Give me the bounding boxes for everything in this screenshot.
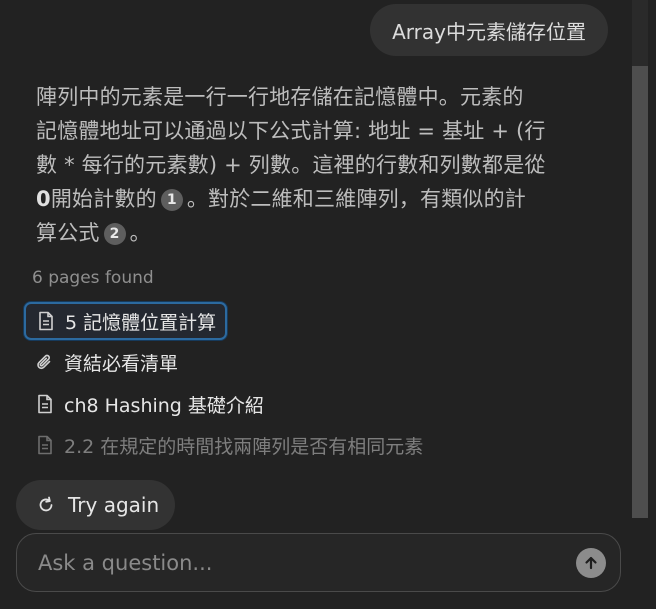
send-button[interactable]	[576, 547, 606, 578]
answer-line-3: 數 * 每行的元素數) + 列數。這裡的行數和列數都是從	[36, 153, 546, 177]
answer-line-5-after: 。	[129, 221, 151, 245]
source-item-array-compare[interactable]: 2.2 在規定的時間找兩陣列是否有相同元素	[24, 428, 433, 462]
try-again-button[interactable]: Try again	[16, 480, 175, 530]
source-item-hashing[interactable]: ch8 Hashing 基礎介紹	[24, 387, 274, 421]
scrollbar-thumb[interactable]	[632, 66, 648, 518]
answer-line-4: 開始計數的	[50, 187, 157, 211]
answer-line-2: 記憶體地址可以通過以下公式計算: 地址 = 基址 + (行	[36, 119, 546, 143]
user-message-bubble: Array中元素儲存位置	[370, 4, 608, 56]
answer-line-1: 陣列中的元素是一行一行地存儲在記憶體中。元素的	[36, 85, 524, 109]
ask-question-box	[16, 533, 621, 592]
answer-line-4-bold: 0	[36, 187, 51, 211]
arrow-up-icon	[583, 555, 599, 571]
source-label: ch8 Hashing 基礎介紹	[64, 394, 264, 417]
source-label: 資結必看清單	[64, 352, 179, 375]
document-icon	[35, 310, 57, 332]
citation-badge-2[interactable]: 2	[103, 223, 126, 245]
source-item-memory-location[interactable]: 5 記憶體位置計算	[24, 302, 228, 340]
source-item-checklist[interactable]: 資結必看清單	[24, 345, 188, 379]
document-icon	[34, 434, 56, 456]
pages-found-count: 6 pages found	[32, 268, 154, 288]
chat-panel: Array中元素儲存位置 陣列中的元素是一行一行地存儲在記憶體中。元素的 記憶體…	[0, 0, 656, 609]
paperclip-icon	[34, 351, 56, 373]
answer-line-4-after: 。對於二維和三維陣列，有類似的計	[186, 187, 527, 211]
document-icon	[34, 393, 56, 415]
source-label: 5 記憶體位置計算	[65, 311, 217, 334]
ask-question-input[interactable]	[17, 533, 576, 592]
try-again-label: Try again	[68, 493, 160, 517]
source-label: 2.2 在規定的時間找兩陣列是否有相同元素	[64, 435, 424, 458]
refresh-icon	[36, 495, 56, 515]
scrollbar-track[interactable]	[632, 0, 648, 518]
citation-badge-1[interactable]: 1	[160, 189, 183, 211]
assistant-answer: 陣列中的元素是一行一行地存儲在記憶體中。元素的 記憶體地址可以通過以下公式計算:…	[36, 80, 584, 250]
answer-line-5: 算公式	[36, 221, 100, 245]
user-message-text: Array中元素儲存位置	[392, 19, 586, 44]
